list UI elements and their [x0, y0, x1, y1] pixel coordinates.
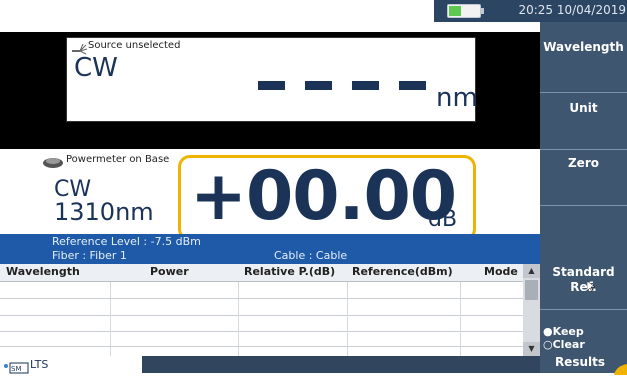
radio-unselected-icon: ○ — [543, 338, 553, 351]
clock: 20:25 10/04/2019 — [518, 3, 626, 17]
table-row[interactable] — [0, 298, 523, 299]
side-menu — [540, 22, 627, 373]
battery-tip — [481, 8, 484, 14]
menu-separator — [540, 92, 627, 93]
scroll-down-arrow-icon[interactable]: ▼ — [523, 342, 540, 356]
battery-level — [449, 6, 461, 16]
unit-button[interactable]: Unit — [540, 101, 627, 121]
table-row[interactable] — [0, 331, 523, 332]
column-divider — [110, 282, 111, 356]
column-divider — [238, 282, 239, 356]
power-unit: dB — [428, 207, 458, 232]
power-value: +00.00 — [190, 157, 457, 236]
lts-mode-icon: SM — [3, 359, 29, 374]
battery-icon — [447, 4, 481, 18]
keep-option[interactable]: ●Keep — [543, 325, 585, 338]
app-mode-label: LTS — [30, 358, 49, 371]
source-status: Source unselected — [88, 40, 181, 51]
bottom-status-area — [142, 356, 540, 373]
menu-separator — [540, 149, 627, 150]
standard-ref-button-line2[interactable]: Ref. — [540, 280, 627, 296]
source-mode: CW — [74, 53, 118, 83]
menu-separator — [540, 309, 627, 310]
column-divider — [460, 282, 461, 356]
zero-button[interactable]: Zero — [540, 156, 627, 176]
radio-selected-icon: ● — [543, 325, 553, 338]
column-header-relative-power[interactable]: Relative P.(dB) — [244, 265, 335, 278]
source-wavelength-placeholder — [258, 81, 428, 91]
dash — [258, 81, 285, 90]
powermeter-wavelength: 1310nm — [54, 198, 154, 226]
reference-level: Reference Level : -7.5 dBm — [52, 235, 201, 248]
menu-separator — [540, 205, 627, 206]
table-row[interactable] — [0, 315, 523, 316]
light-source-icon — [72, 40, 88, 55]
powermeter-status: Powermeter on Base — [66, 154, 170, 165]
cursor-icon — [586, 278, 597, 293]
column-header-power[interactable]: Power — [150, 265, 189, 278]
column-header-reference[interactable]: Reference(dBm) — [352, 265, 453, 278]
dash — [399, 81, 426, 90]
scroll-thumb[interactable] — [525, 280, 538, 300]
column-header-mode[interactable]: Mode — [484, 265, 518, 278]
column-header-wavelength[interactable]: Wavelength — [6, 265, 80, 278]
keep-clear-toggle[interactable]: ●Keep ○Clear — [543, 325, 585, 351]
powermeter-icon — [42, 153, 64, 168]
dash — [305, 81, 332, 90]
standard-ref-button-line1[interactable]: Standard — [540, 265, 627, 281]
column-divider — [347, 282, 348, 356]
source-unit: nm — [436, 83, 478, 113]
scroll-up-arrow-icon[interactable]: ▲ — [523, 264, 540, 278]
clear-option[interactable]: ○Clear — [543, 338, 585, 351]
svg-text:SM: SM — [11, 365, 21, 373]
dash — [352, 81, 379, 90]
fiber-label: Fiber : Fiber 1 — [52, 249, 127, 262]
corner-badge-icon — [610, 360, 627, 375]
cable-label: Cable : Cable — [274, 249, 348, 262]
wavelength-button[interactable]: Wavelength — [540, 40, 627, 60]
table-row[interactable] — [0, 346, 523, 347]
